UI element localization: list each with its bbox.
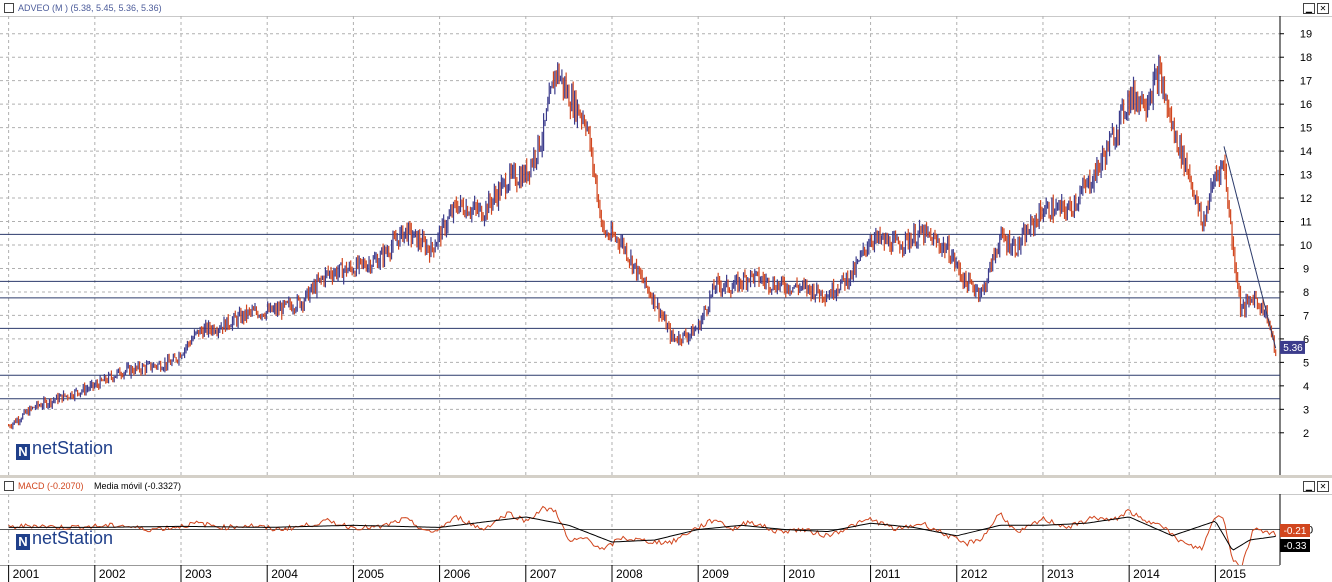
- last-price-label: 5.36: [1283, 343, 1303, 354]
- y-tick-label: 5: [1303, 357, 1309, 369]
- macd-ma-title: Media móvil (-0.3327): [94, 481, 182, 491]
- macd-minimize-icon[interactable]: ▁: [1303, 481, 1315, 492]
- y-tick-label: 7: [1303, 310, 1309, 322]
- year-label: 2005: [357, 567, 384, 581]
- y-tick-label: 2: [1303, 428, 1309, 440]
- year-label: 2007: [530, 567, 557, 581]
- year-label: 2012: [961, 567, 988, 581]
- year-label: 2013: [1047, 567, 1074, 581]
- year-label: 2009: [702, 567, 729, 581]
- y-tick-label: 16: [1300, 99, 1312, 111]
- close-icon[interactable]: ✕: [1317, 3, 1329, 14]
- macd-netstation-logo-text: netStation: [32, 528, 114, 548]
- y-tick-label: 17: [1300, 76, 1312, 88]
- price-panel-titlebar: ADVEO (M ) (5.38, 5.45, 5.36, 5.36) ▁ ✕: [0, 0, 1332, 17]
- price-panel-title: ADVEO (M ) (5.38, 5.45, 5.36, 5.36): [18, 3, 162, 13]
- netstation-logo: NnetStation: [16, 438, 113, 460]
- y-tick-label: 15: [1300, 123, 1312, 135]
- y-tick-label: 13: [1300, 170, 1312, 182]
- y-tick-label: 8: [1303, 287, 1309, 299]
- year-label: 2010: [788, 567, 815, 581]
- year-label: 2006: [444, 567, 471, 581]
- y-tick-label: 19: [1300, 29, 1312, 41]
- macd-netstation-logo: NnetStation: [16, 528, 113, 550]
- macd-close-icon[interactable]: ✕: [1317, 481, 1329, 492]
- macd-line: [8, 505, 1277, 565]
- macd-panel-titlebar: MACD (-0.2070) Media móvil (-0.3327) ▁ ✕: [0, 478, 1332, 495]
- y-tick-label: 10: [1300, 240, 1312, 252]
- y-tick-label: 4: [1303, 381, 1309, 393]
- year-label: 2002: [99, 567, 126, 581]
- year-label: 2001: [13, 567, 40, 581]
- ma-last-label: -0.33: [1284, 541, 1307, 552]
- macd-last-label: -0.21: [1284, 526, 1307, 537]
- year-label: 2008: [616, 567, 643, 581]
- macd-title: MACD (-0.2070): [18, 481, 84, 491]
- macd-menu-icon[interactable]: [4, 481, 14, 491]
- y-tick-label: 14: [1300, 146, 1312, 158]
- year-label: 2011: [875, 567, 901, 581]
- netstation-logo-text: netStation: [32, 438, 114, 458]
- year-label: 2004: [271, 567, 298, 581]
- y-tick-label: 12: [1300, 193, 1312, 205]
- y-tick-label: 3: [1303, 404, 1309, 416]
- time-axis: 2001 2002 2003 2004 2005 2006 2007 2008 2009 2010…: [0, 565, 1332, 582]
- year-label: 2015: [1219, 567, 1246, 581]
- y-tick-label: 18: [1300, 52, 1312, 64]
- panel-menu-icon[interactable]: [4, 3, 14, 13]
- y-tick-label: 11: [1300, 217, 1311, 229]
- year-label: 2014: [1133, 567, 1160, 581]
- price-chart[interactable]: 23456789101112131415161718195.36: [0, 16, 1332, 475]
- macd-chart[interactable]: 0-0.21-0.33: [0, 494, 1332, 565]
- year-label: 2003: [185, 567, 212, 581]
- macd-netstation-logo-mark: N: [16, 534, 30, 550]
- netstation-logo-mark: N: [16, 444, 30, 460]
- price-panel: ADVEO (M ) (5.38, 5.45, 5.36, 5.36) ▁ ✕ …: [0, 0, 1332, 475]
- macd-panel: MACD (-0.2070) Media móvil (-0.3327) ▁ ✕…: [0, 478, 1332, 565]
- y-tick-label: 9: [1303, 263, 1309, 275]
- minimize-icon[interactable]: ▁: [1303, 3, 1315, 14]
